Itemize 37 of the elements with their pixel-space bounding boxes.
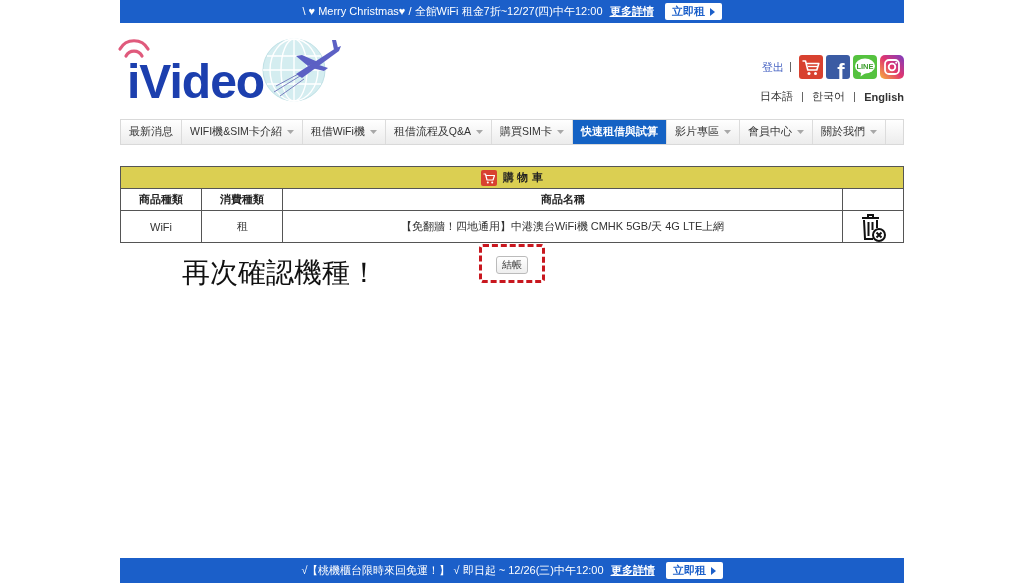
rent-now-button[interactable]: 立即租 [665, 562, 723, 579]
table-cell: 租 [201, 210, 283, 243]
more-details-link[interactable]: 更多詳情 [609, 4, 654, 19]
table-cell: 【免翻牆！四地通用】中港澳台WiFi機 CMHK 5GB/天 4G LTE上網 [282, 210, 843, 243]
right-caret-icon [709, 7, 715, 16]
more-details-link[interactable]: 更多詳情 [610, 563, 655, 578]
column-header: 商品種類 [120, 188, 202, 211]
nav-tab[interactable]: 關於我們 [812, 120, 886, 144]
right-caret-icon [710, 566, 716, 575]
nav-tab[interactable]: WIFI機&SIM卡介紹 [182, 120, 303, 144]
cart-icon [481, 169, 498, 186]
nav-tab[interactable]: 租借WiFi機 [302, 120, 386, 144]
nav-tab[interactable]: 影片專區 [666, 120, 740, 144]
annotation-text: 再次確認機種！ [182, 257, 378, 289]
nav-tab[interactable]: 購買SIM卡 [492, 120, 573, 144]
nav-tab[interactable]: 最新消息 [121, 120, 182, 144]
wifi-signal-icon [117, 37, 151, 59]
promo-text: \ ♥ Merry Christmas♥ / 全館WiFi 租金7折~12/27(四)中午12:00 [302, 4, 603, 19]
logout-link[interactable]: 登出 [762, 59, 784, 75]
language-link[interactable]: English [864, 90, 904, 103]
cart-icon[interactable] [799, 55, 823, 79]
table-cell: WiFi [120, 210, 202, 243]
language-link[interactable]: 한국어 [812, 89, 846, 104]
cart-title: 購 物 車 [503, 170, 543, 185]
logo-wordmark[interactable]: iVideo [127, 58, 265, 106]
checkout-button[interactable]: 結帳 [496, 256, 528, 274]
nav-tab[interactable]: 快速租借與試算 [572, 120, 667, 144]
rent-now-button[interactable]: 立即租 [664, 3, 722, 20]
language-link[interactable]: 日本語 [760, 89, 794, 104]
f-logo-icon[interactable]: f [826, 55, 850, 79]
nav-tab[interactable]: 租借流程及Q&A [385, 120, 493, 144]
column-header: 商品名稱 [282, 188, 843, 211]
nav-tab[interactable]: 會員中心 [739, 120, 813, 144]
promo-text: √【桃機櫃台限時來回免運！】 √ 即日起 ~ 12/26(三)中午12:00 [301, 563, 604, 578]
column-header: 消費種類 [201, 188, 283, 211]
camera-icon[interactable] [880, 55, 904, 79]
trash-icon[interactable] [860, 211, 886, 242]
